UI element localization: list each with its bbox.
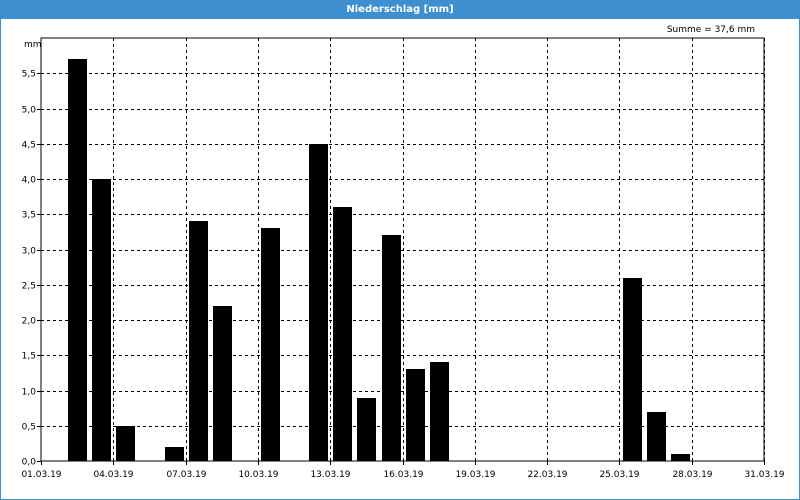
x-tick-label: 16.03.19 [383,470,423,480]
bar-17.03.19 [406,369,425,461]
y-tick-label: 2,0 [22,317,37,327]
bar-11.03.19 [261,228,280,461]
bar-13.03.19 [309,144,328,461]
bar-04.03.19 [92,179,111,461]
y-tick-label: 3,0 [22,247,37,257]
y-tick-label: 5,5 [22,70,36,80]
x-tick-label: 13.03.19 [310,470,350,480]
y-tick-label: 1,0 [22,388,37,398]
chart-window: Niederschlag [mm] Summe = 37,6 mm mm 0,0… [0,0,800,500]
y-tick-label: 5,0 [22,106,37,116]
bar-28.03.19 [671,454,690,461]
y-tick-label: 4,5 [22,141,36,151]
y-tick-label: 2,5 [22,282,36,292]
bar-27.03.19 [647,412,666,461]
x-tick-label: 22.03.19 [527,470,567,480]
x-tick-label: 04.03.19 [93,470,133,480]
x-tick-label: 19.03.19 [455,470,495,480]
bar-14.03.19 [333,207,352,461]
y-tick-label: 4,0 [22,176,37,186]
y-tick-label: 0,0 [22,458,37,468]
x-tick-label: 01.03.19 [21,470,61,480]
x-tick-label: 25.03.19 [599,470,639,480]
y-tick-label: 3,5 [22,211,36,221]
bar-26.03.19 [623,278,642,461]
precipitation-chart: 0,0 0,5 1,0 1,5 2,0 2,5 3,0 3,5 4,0 4,5 5,0 5,5 01.0… [21,37,785,480]
y-tick-label: 1,5 [22,352,36,362]
bar-09.03.19 [213,306,232,461]
bar-08.03.19 [189,221,208,461]
bar-03.03.19 [68,59,87,461]
bar-05.03.19 [116,426,135,461]
bar-18.03.19 [430,362,449,461]
bar-07.03.19 [165,447,184,461]
bar-15.03.19 [357,398,376,461]
x-tick-label: 28.03.19 [672,470,712,480]
x-tick-label: 31.03.19 [744,470,784,480]
plot-frame [40,37,765,462]
bar-16.03.19 [382,235,401,461]
x-tick-label: 10.03.19 [238,470,278,480]
y-tick-label: 0,5 [22,423,36,433]
x-tick-label: 07.03.19 [166,470,206,480]
